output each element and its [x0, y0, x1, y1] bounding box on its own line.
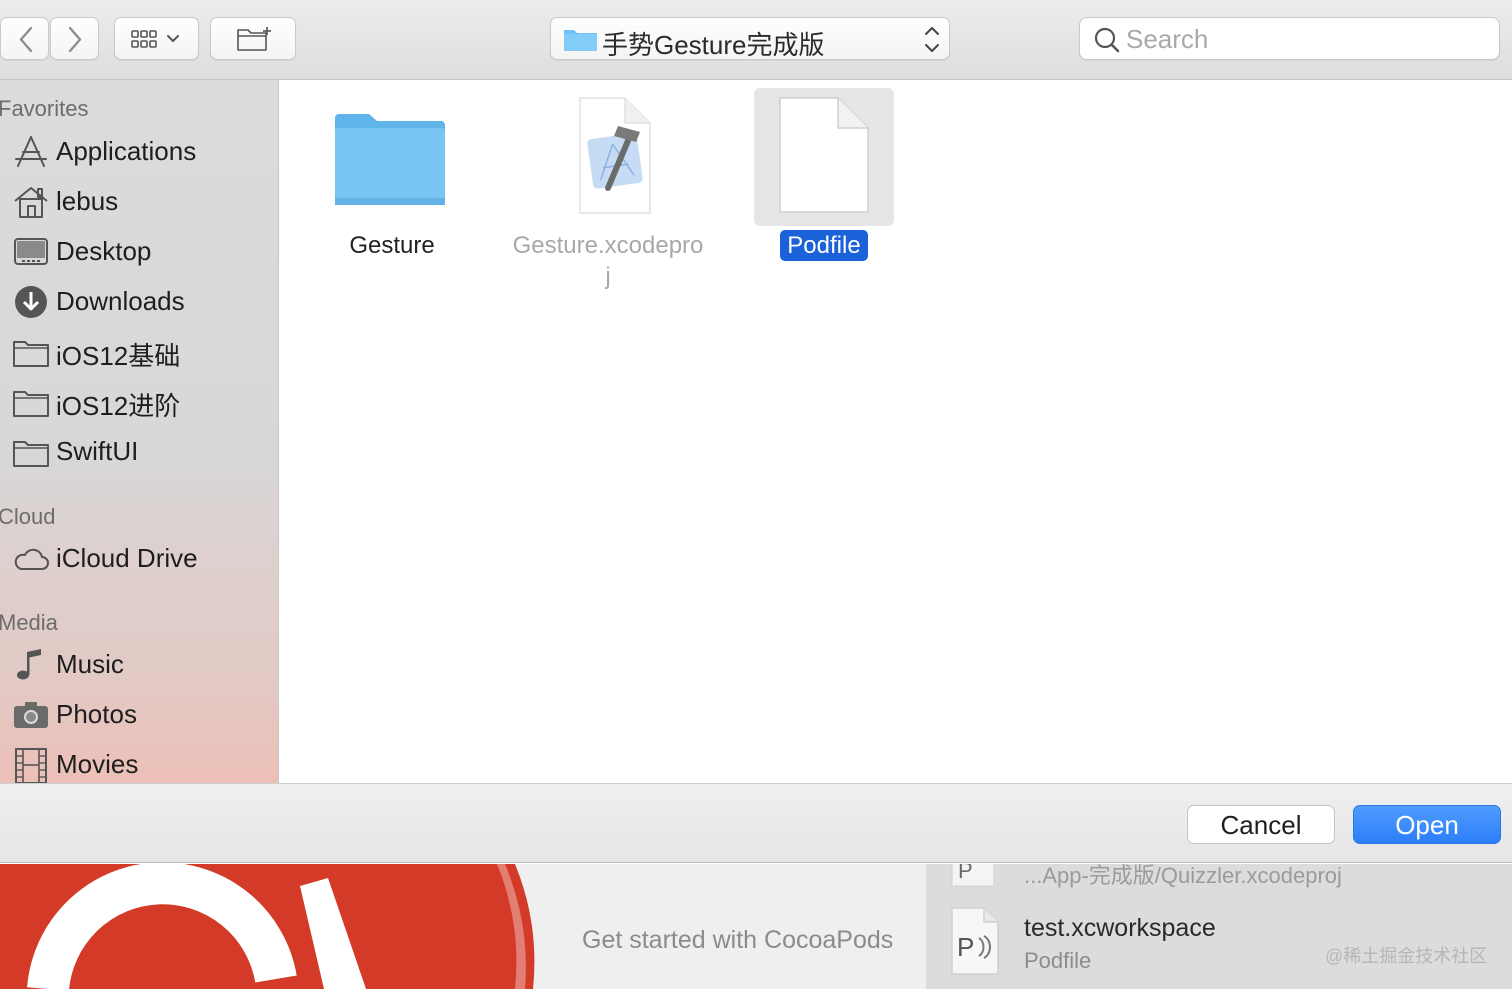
sidebar-item-label: Desktop: [56, 236, 152, 266]
sidebar-item-label: iOS12基础: [56, 341, 181, 371]
home-icon: [12, 184, 50, 220]
sidebar-item-label: Downloads: [56, 286, 185, 316]
sidebar-heading-cloud: Cloud: [0, 504, 56, 529]
sidebar-heading-favorites: Favorites: [0, 96, 89, 121]
file-item-gesture[interactable]: Gesture: [282, 80, 502, 310]
selected-file-name: Podfile: [780, 230, 868, 261]
svg-text:P: P: [958, 864, 973, 883]
podfile-document-icon: P: [951, 864, 995, 887]
folder-icon: [12, 384, 50, 420]
cloud-icon: [12, 541, 50, 577]
document-icon: [754, 88, 894, 226]
sidebar-item-label: Movies: [56, 749, 139, 779]
toolbar: 手势Gesture完成版: [0, 0, 1512, 80]
folder-icon: [564, 30, 597, 51]
sidebar-item-lebus[interactable]: lebus: [0, 180, 278, 224]
sidebar-item-ios12-basics[interactable]: iOS12基础: [0, 330, 278, 374]
svg-text:P: P: [957, 932, 974, 962]
new-folder-icon: [237, 27, 271, 51]
xcode-project-icon: [538, 88, 678, 226]
cancel-button[interactable]: Cancel: [1187, 805, 1335, 844]
sidebar-item-applications[interactable]: Applications: [0, 130, 278, 174]
recent-project-name: test.xcworkspace: [1024, 914, 1216, 942]
sidebar-heading-media: Media: [0, 610, 58, 635]
file-name: Gesture.xcodeproj: [512, 232, 704, 290]
chevron-left-icon: [19, 26, 33, 53]
sidebar-item-label: Photos: [56, 699, 137, 729]
search-field[interactable]: [1079, 17, 1500, 60]
camera-icon: [12, 697, 50, 733]
sidebar-item-downloads[interactable]: Downloads: [0, 280, 278, 324]
chevron-right-icon: [68, 26, 82, 53]
sidebar-item-label: SwiftUI: [56, 436, 139, 466]
podfile-document-icon: P: [951, 907, 999, 975]
sidebar-item-music[interactable]: Music: [0, 643, 278, 687]
music-icon: [12, 647, 50, 683]
chevron-down-icon: [167, 35, 179, 42]
file-name: Gesture: [349, 232, 435, 259]
applications-icon: [12, 134, 50, 170]
grid-view-icon: [131, 30, 179, 48]
dialog-button-bar: Cancel Open: [0, 783, 1512, 863]
back-button[interactable]: [0, 17, 49, 60]
new-folder-button[interactable]: [210, 17, 296, 60]
file-name-selected: Podfile: [714, 230, 934, 261]
path-label: 手势Gesture完成版: [602, 30, 825, 60]
recent-project-subtitle: Podfile: [1024, 948, 1092, 973]
cocoapods-welcome-panel: Get started with CocoaPods: [0, 864, 926, 989]
folder-icon: [12, 334, 50, 370]
sidebar-item-photos[interactable]: Photos: [0, 693, 278, 737]
sidebar-item-label: lebus: [56, 186, 119, 216]
sidebar-item-movies[interactable]: Movies: [0, 743, 278, 783]
background-app: Get started with CocoaPods P P ...App-完成…: [0, 864, 1512, 989]
popup-arrows-icon: [925, 27, 939, 52]
film-icon: [12, 747, 50, 783]
sidebar-item-icloud-drive[interactable]: iCloud Drive: [0, 537, 278, 581]
folder-icon: [12, 434, 50, 470]
folder-icon: [322, 88, 462, 226]
open-button[interactable]: Open: [1353, 805, 1501, 844]
file-item-gesture-xcodeproj[interactable]: Gesture.xcodeproj: [498, 80, 718, 310]
sidebar-item-desktop[interactable]: Desktop: [0, 230, 278, 274]
get-started-label: Get started with CocoaPods: [582, 926, 894, 954]
view-mode-button[interactable]: [114, 17, 199, 60]
watermark: @稀土掘金技术社区: [1325, 946, 1488, 966]
sidebar-item-swiftui[interactable]: SwiftUI: [0, 430, 278, 474]
desktop-icon: [12, 234, 50, 270]
file-item-podfile[interactable]: Podfile: [714, 80, 934, 310]
path-popup[interactable]: 手势Gesture完成版: [550, 17, 950, 60]
sidebar-item-label: iCloud Drive: [56, 543, 198, 573]
search-icon: [1094, 27, 1120, 53]
sidebar-item-label: iOS12进阶: [56, 391, 181, 421]
sidebar-item-ios12-advanced[interactable]: iOS12进阶: [0, 380, 278, 424]
recent-project-path: ...App-完成版/Quizzler.xcodeproj: [1024, 864, 1342, 888]
sidebar-item-label: Music: [56, 649, 124, 679]
sidebar-item-label: Applications: [56, 136, 197, 166]
file-browser: Gesture Gesture.xcodeproj Podfile: [280, 80, 1512, 783]
downloads-icon: [12, 284, 50, 320]
sidebar: Favorites Applications lebus Desktop Dow…: [0, 80, 279, 783]
forward-button[interactable]: [50, 17, 99, 60]
cocoapods-logo-icon: [0, 864, 535, 989]
search-input[interactable]: [1124, 22, 1484, 56]
